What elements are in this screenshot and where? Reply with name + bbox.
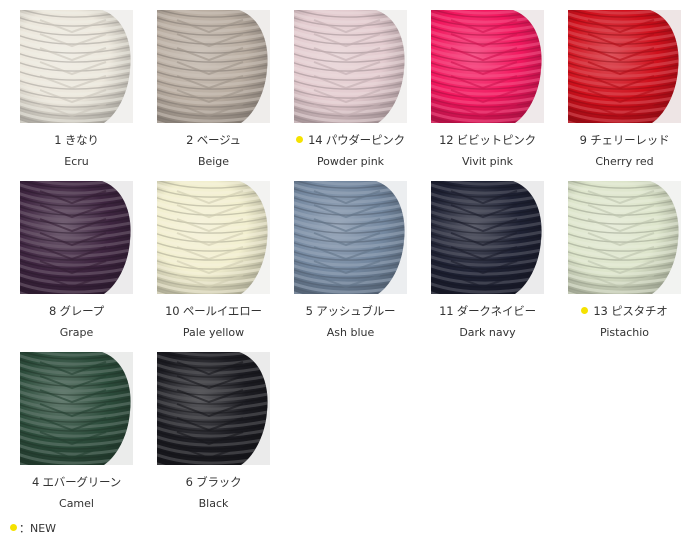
yarn-photo	[20, 181, 133, 294]
color-swatch-item: 11 ダークネイビー Dark navy	[431, 181, 544, 352]
yarn-photo	[294, 10, 407, 123]
color-name-en: Cherry red	[595, 155, 654, 168]
color-name-jp-text: 12 ビビットピンク	[439, 133, 536, 147]
color-swatch-item: 14 パウダーピンク Powder pink	[294, 10, 407, 181]
yarn-photo	[431, 10, 544, 123]
color-name-en: Ecru	[64, 155, 89, 168]
color-swatch-item: 9 チェリーレッド Cherry red	[568, 10, 681, 181]
new-dot-icon	[10, 524, 17, 531]
color-name-jp: 14 パウダーピンク	[294, 132, 407, 148]
color-name-jp: 11 ダークネイビー	[431, 303, 544, 319]
color-name-en: Camel	[59, 497, 94, 510]
yarn-photo	[20, 352, 133, 465]
color-name-en: Beige	[197, 155, 230, 168]
color-name-jp-text: 8 グレープ	[48, 304, 105, 318]
color-name-en: Dark navy	[459, 326, 516, 339]
color-swatch-item: 4 エバーグリーン Camel	[20, 352, 133, 523]
color-name-en: Grape	[59, 326, 94, 339]
yarn-photo	[157, 352, 270, 465]
color-name-jp: 9 チェリーレッド	[568, 132, 681, 148]
yarn-photo	[20, 10, 133, 123]
color-name-jp: 2 ベージュ	[157, 132, 270, 148]
color-swatch-item: 10 ペールイエロー Pale yellow	[157, 181, 270, 352]
color-name-en: Vivit pink	[461, 155, 514, 168]
color-name-jp-text: 1 きなり	[54, 133, 99, 147]
color-name-jp-text: 5 アッシュブルー	[305, 304, 396, 318]
color-swatch-item: 5 アッシュブルー Ash blue	[294, 181, 407, 352]
color-name-jp: 5 アッシュブルー	[294, 303, 407, 319]
yarn-photo	[568, 181, 681, 294]
yarn-photo	[157, 10, 270, 123]
color-name-jp-text: 10 ペールイエロー	[165, 304, 262, 318]
yarn-photo	[157, 181, 270, 294]
color-swatch-item: 8 グレープ Grape	[20, 181, 133, 352]
yarn-photo	[294, 181, 407, 294]
color-swatch-item: 2 ベージュ Beige	[157, 10, 270, 181]
color-swatch-item: 12 ビビットピンク Vivit pink	[431, 10, 544, 181]
color-swatch-item: 13 ピスタチオ Pistachio	[568, 181, 681, 352]
color-name-en: Pale yellow	[182, 326, 245, 339]
color-swatch-item: 1 きなり Ecru	[20, 10, 133, 181]
yarn-photo	[431, 181, 544, 294]
color-name-en: Pistachio	[599, 326, 650, 339]
color-name-en: Powder pink	[316, 155, 385, 168]
color-name-jp-text: 6 ブラック	[185, 475, 242, 489]
new-legend-label: ：NEW	[19, 522, 57, 535]
color-name-jp: 8 グレープ	[20, 303, 133, 319]
yarn-photo	[568, 10, 681, 123]
color-name-jp-text: 13 ピスタチオ	[593, 304, 668, 318]
color-name-jp: 4 エバーグリーン	[20, 474, 133, 490]
color-name-jp: 13 ピスタチオ	[568, 303, 681, 319]
color-name-jp-text: 2 ベージュ	[186, 133, 241, 147]
color-name-jp: 12 ビビットピンク	[431, 132, 544, 148]
new-dot-icon	[296, 136, 304, 143]
color-name-jp: 6 ブラック	[157, 474, 270, 490]
color-name-en: Black	[198, 497, 229, 510]
color-name-jp-text: 9 チェリーレッド	[579, 133, 670, 147]
new-dot-icon	[581, 307, 589, 314]
color-name-jp-text: 14 パウダーピンク	[308, 133, 405, 147]
color-swatch-grid: 1 きなり Ecru 2 ベージュ Beige 14 パウダーピンク Powde…	[20, 10, 700, 523]
color-name-en: Ash blue	[326, 326, 375, 339]
color-name-jp-text: 11 ダークネイビー	[439, 304, 536, 318]
color-name-jp: 1 きなり	[20, 132, 133, 148]
color-name-jp-text: 4 エバーグリーン	[31, 475, 122, 489]
color-name-jp: 10 ペールイエロー	[157, 303, 270, 319]
color-swatch-item: 6 ブラック Black	[157, 352, 270, 523]
new-legend: ：NEW	[10, 522, 56, 536]
